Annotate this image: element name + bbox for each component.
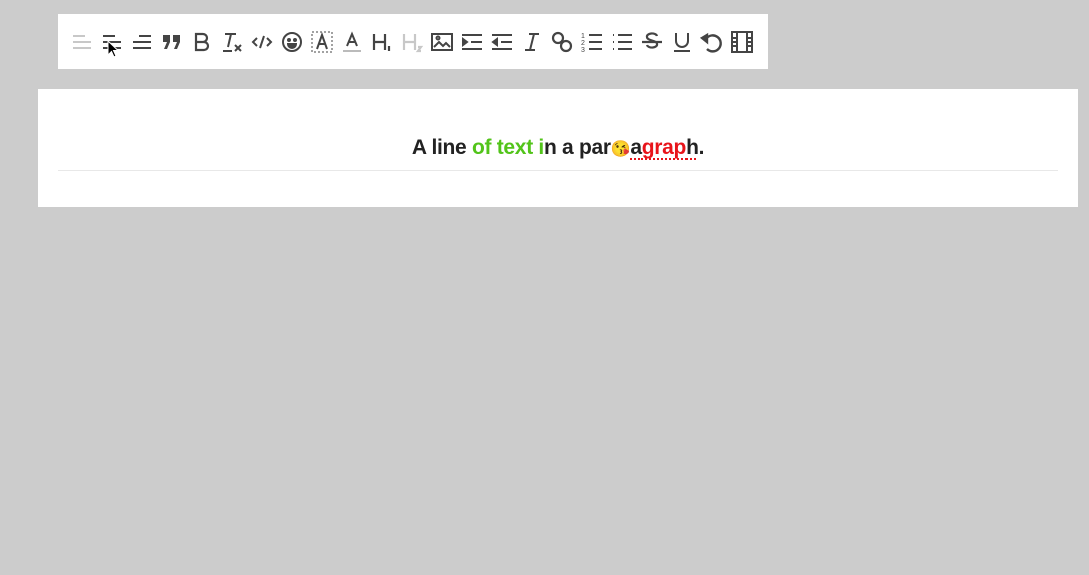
svg-text:1: 1 [581, 33, 585, 40]
text-segment-green: of text i [471, 136, 544, 159]
outdent-button[interactable] [487, 27, 517, 57]
align-right-icon [133, 34, 151, 49]
align-right-button[interactable] [127, 27, 157, 57]
undo-button[interactable] [697, 27, 727, 57]
align-left-icon [73, 34, 91, 49]
font-color-icon [343, 30, 361, 52]
text-segment: a [630, 136, 642, 159]
strikethrough-button[interactable] [637, 27, 667, 57]
bold-button[interactable] [187, 27, 217, 57]
editor[interactable]: A line of text in a par😘agraph. [38, 89, 1078, 207]
kiss-emoji: 😘 [610, 141, 631, 158]
underline-button[interactable] [667, 27, 697, 57]
svg-text:3: 3 [581, 47, 585, 54]
clear-format-button[interactable] [217, 27, 247, 57]
clear-format-icon [223, 32, 242, 52]
indent-icon [462, 33, 482, 50]
indent-button[interactable] [457, 27, 487, 57]
background-color-icon [311, 31, 333, 52]
heading1-icon [372, 33, 391, 51]
ordered-list-button[interactable]: 123 [577, 27, 607, 57]
align-left-button[interactable] [67, 27, 97, 57]
bullet-list-icon [613, 33, 632, 50]
image-icon [431, 32, 453, 51]
outdent-icon [491, 33, 512, 50]
toolbar: 123 [58, 14, 768, 69]
heading2-button[interactable] [397, 27, 427, 57]
heading1-button[interactable] [367, 27, 397, 57]
italic-icon [525, 32, 539, 51]
video-button[interactable] [727, 27, 757, 57]
font-color-button[interactable] [337, 27, 367, 57]
text-segment: n a par [543, 136, 611, 159]
emoji-button[interactable] [277, 27, 307, 57]
paragraph[interactable]: A line of text in a par😘agraph. [58, 133, 1058, 171]
image-button[interactable] [427, 27, 457, 57]
text-segment-red: grap [641, 136, 687, 159]
mouse-cursor-icon [107, 40, 119, 58]
link-button[interactable] [547, 27, 577, 57]
text-segment: A line [411, 136, 472, 159]
link-icon [551, 31, 573, 52]
bullet-list-button[interactable] [607, 27, 637, 57]
italic-button[interactable] [517, 27, 547, 57]
bold-icon [194, 32, 210, 51]
strikethrough-icon [642, 31, 662, 49]
undo-icon [700, 32, 722, 53]
ordered-list-icon: 123 [581, 33, 602, 54]
video-icon [731, 30, 753, 53]
code-icon [251, 35, 273, 48]
heading2-icon [402, 33, 424, 52]
text-segment: . [698, 136, 705, 159]
blockquote-button[interactable] [157, 27, 187, 57]
blockquote-icon [163, 34, 180, 49]
emoji-icon [282, 31, 302, 52]
svg-text:2: 2 [581, 40, 585, 47]
underline-icon [674, 32, 690, 52]
code-button[interactable] [247, 27, 277, 57]
text-segment: h [686, 136, 699, 159]
background-color-button[interactable] [307, 27, 337, 57]
